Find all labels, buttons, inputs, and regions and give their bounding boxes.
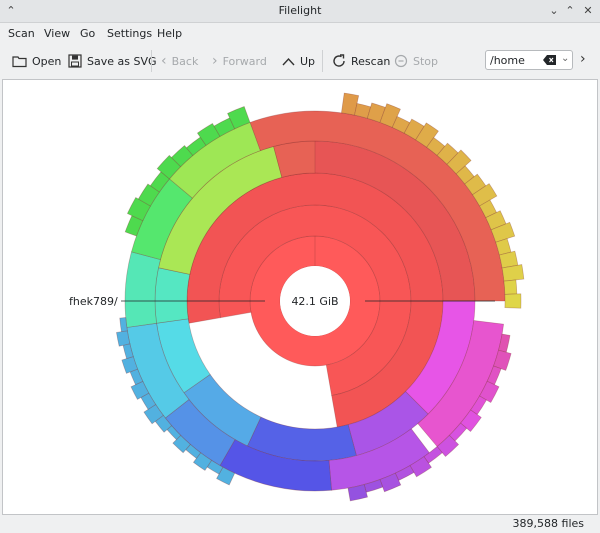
up-arrow-icon: [282, 57, 295, 65]
toolbar-separator: [322, 50, 323, 72]
menu-go[interactable]: Go: [80, 27, 95, 40]
radial-map-canvas[interactable]: 42.1 GiB fhek789/: [2, 79, 598, 515]
menu-help[interactable]: Help: [157, 27, 182, 40]
menu-scan[interactable]: Scan: [8, 27, 35, 40]
back-button[interactable]: ‹ Back: [161, 52, 198, 70]
forward-button[interactable]: › Forward: [212, 52, 267, 70]
file-ring-segment[interactable]: [503, 279, 518, 295]
file-count: 389,588 files: [512, 517, 584, 530]
file-ring-segment[interactable]: [119, 317, 128, 333]
hover-folder-label: fhek789/: [69, 295, 118, 308]
clear-text-icon[interactable]: [543, 55, 556, 65]
back-label: Back: [171, 54, 199, 68]
toolbar-separator: [151, 50, 152, 72]
close-icon[interactable]: ✕: [580, 3, 596, 19]
radial-map[interactable]: 42.1 GiB fhek789/: [3, 80, 597, 514]
folder-ring-segment[interactable]: [124, 251, 161, 328]
menu-settings[interactable]: Settings: [107, 27, 152, 40]
folder-ring-segment[interactable]: [154, 267, 191, 324]
back-arrow-icon: ‹: [161, 53, 167, 69]
save-as-svg-label: Save as SVG: [87, 54, 157, 68]
status-bar: 389,588 files: [0, 514, 600, 533]
rescan-label: Rescan: [351, 54, 391, 68]
stop-button[interactable]: Stop: [394, 52, 438, 70]
up-label: Up: [300, 54, 316, 68]
stop-icon: [394, 54, 408, 68]
stop-label: Stop: [413, 54, 439, 68]
location-combobox[interactable]: /home ⌄: [485, 50, 573, 70]
file-ring-segment[interactable]: [116, 330, 131, 347]
folder-open-icon: [12, 55, 27, 67]
save-as-svg-button[interactable]: Save as SVG: [68, 52, 157, 70]
maximize-icon[interactable]: ⌃: [562, 3, 578, 19]
file-ring-segment[interactable]: [504, 293, 522, 309]
chevron-right-icon[interactable]: ›: [580, 51, 586, 67]
open-button[interactable]: Open: [12, 52, 61, 70]
minimize-icon[interactable]: ⌄: [546, 3, 562, 19]
location-input[interactable]: /home: [490, 54, 525, 67]
forward-label: Forward: [222, 54, 267, 68]
up-button[interactable]: Up: [282, 52, 315, 70]
save-icon: [68, 54, 82, 68]
forward-arrow-icon: ›: [212, 53, 218, 69]
title-bar: ⌃ Filelight ⌄ ⌃ ✕: [0, 0, 600, 23]
window-title: Filelight: [278, 4, 322, 17]
menu-view[interactable]: View: [44, 27, 70, 40]
chevron-down-icon[interactable]: ⌄: [561, 53, 569, 64]
open-label: Open: [32, 54, 62, 68]
refresh-icon: [333, 54, 345, 67]
total-size-label: 42.1 GiB: [291, 295, 338, 308]
menu-bar: Scan View Go Settings Help: [0, 23, 600, 43]
rescan-button[interactable]: Rescan: [332, 52, 390, 70]
